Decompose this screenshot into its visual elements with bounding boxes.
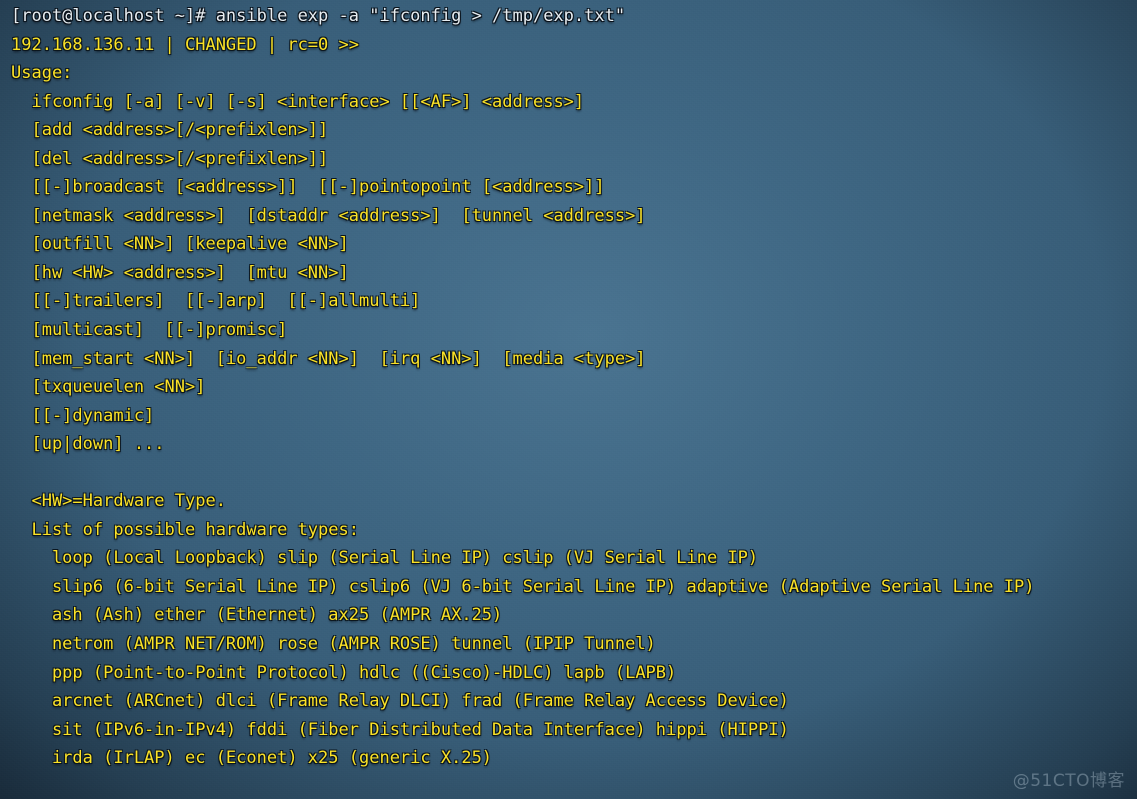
terminal-line: 192.168.136.11 | CHANGED | rc=0 >> (11, 34, 359, 55)
terminal-line: [del <address>[/<prefixlen>]] (11, 148, 329, 169)
watermark: @51CTO博客 (1012, 771, 1125, 791)
terminal-line: ppp (Point-to-Point Protocol) hdlc ((Cis… (11, 662, 677, 683)
terminal-line: [add <address>[/<prefixlen>]] (11, 120, 329, 141)
terminal-line: irda (IrLAP) ec (Econet) x25 (generic X.… (11, 748, 493, 769)
terminal-line: arcnet (ARCnet) dlci (Frame Relay DLCI) … (11, 691, 789, 712)
terminal-line: sit (IPv6-in-IPv4) fddi (Fiber Distribut… (11, 719, 789, 740)
terminal-line: [multicast] [[-]promisc] (11, 320, 288, 341)
terminal-line: [outfill <NN>] [keepalive <NN>] (11, 234, 349, 255)
terminal-line: [up|down] ... (11, 434, 165, 455)
terminal-line: [[-]dynamic] (11, 405, 155, 426)
terminal-line: [[-]broadcast [<address>]] [[-]pointopoi… (11, 177, 605, 198)
terminal-line: [mem_start <NN>] [io_addr <NN>] [irq <NN… (11, 348, 646, 369)
terminal-line: loop (Local Loopback) slip (Serial Line … (11, 548, 759, 569)
terminal-line: Usage: (11, 63, 73, 84)
terminal-line: [netmask <address>] [dstaddr <address>] … (11, 205, 646, 226)
terminal-line: [txqueuelen <NN>] (11, 377, 206, 398)
terminal-line: [root@localhost ~]# ansible exp -a "ifco… (11, 6, 626, 26)
terminal-line: [[-]trailers] [[-]arp] [[-]allmulti] (11, 291, 421, 312)
terminal-line: ash (Ash) ether (Ethernet) ax25 (AMPR AX… (11, 605, 503, 626)
terminal-line: [hw <HW> <address>] [mtu <NN>] (11, 262, 349, 283)
terminal-line: List of possible hardware types: (11, 519, 359, 540)
terminal-line: ifconfig [-a] [-v] [-s] <interface> [[<A… (11, 91, 585, 112)
terminal-line: slip6 (6-bit Serial Line IP) cslip6 (VJ … (11, 576, 1035, 597)
terminal-window: [root@localhost ~]# ansible exp -a "ifco… (0, 0, 1137, 799)
terminal-output-area[interactable]: [root@localhost ~]# ansible exp -a "ifco… (11, 2, 1137, 799)
terminal-line: <HW>=Hardware Type. (11, 491, 226, 512)
terminal-line: netrom (AMPR NET/ROM) rose (AMPR ROSE) t… (11, 634, 656, 655)
